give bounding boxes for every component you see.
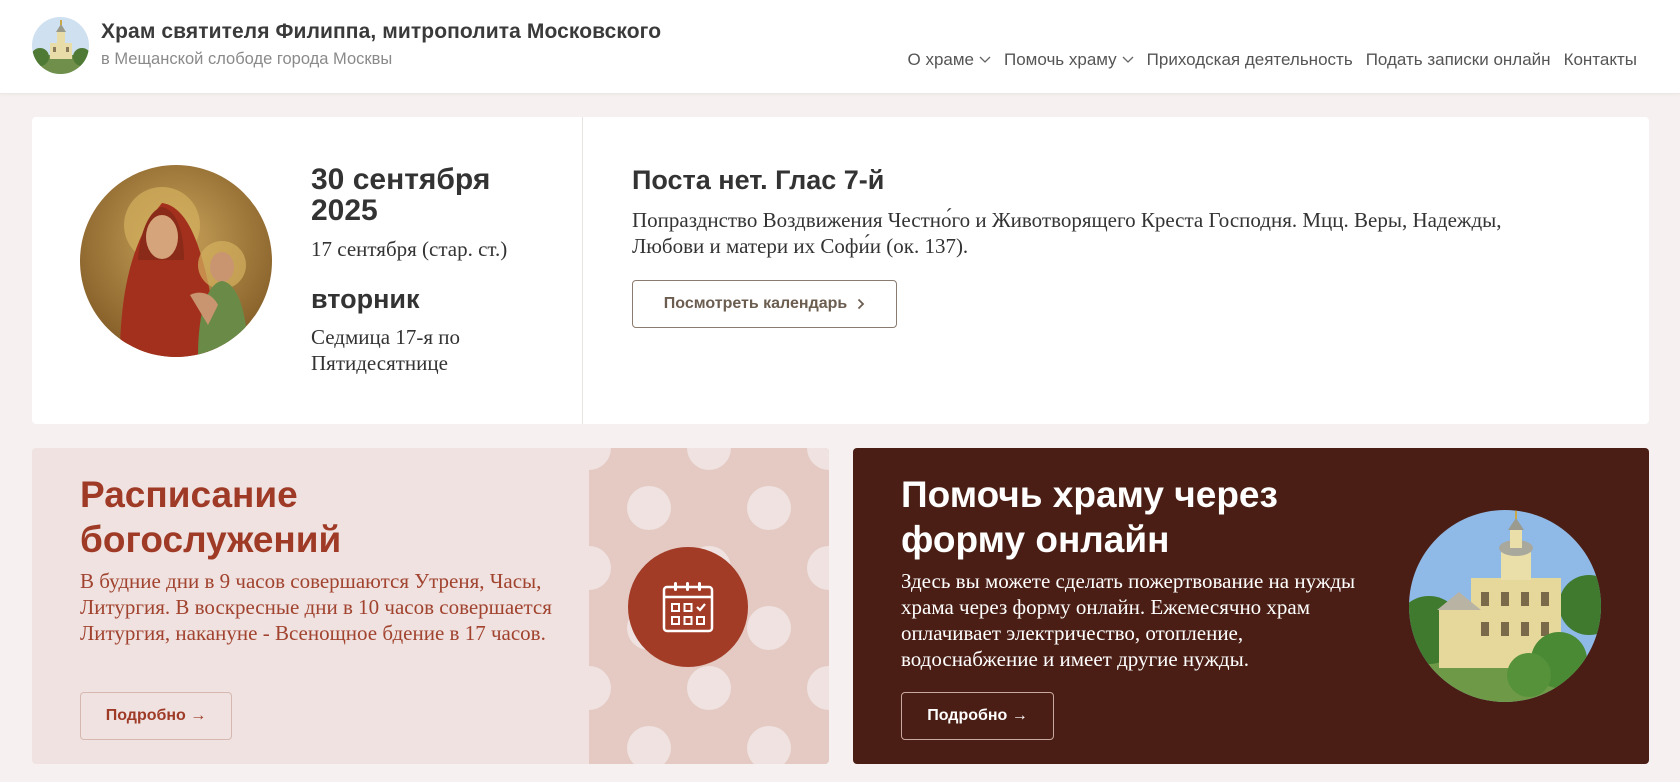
- weekday: вторник: [311, 284, 420, 314]
- divider: [582, 117, 583, 424]
- donate-details-button[interactable]: Подробно →: [901, 692, 1054, 740]
- feast-description: Попразднство Воздвижения Честно́го и Жив…: [632, 208, 1502, 258]
- schedule-title: Расписание богослужений: [80, 474, 342, 560]
- church-building-image: [1409, 510, 1601, 702]
- week-name: Седмица 17-я по Пятидесятнице: [311, 325, 460, 375]
- site-subtitle: в Мещанской слободе города Москвы: [101, 50, 393, 68]
- chevron-down-icon: [1122, 56, 1134, 63]
- schedule-text: В будние дни в 9 часов совершаются Утрен…: [80, 569, 552, 645]
- view-calendar-button[interactable]: Посмотреть календарь: [632, 280, 897, 328]
- nav-item-label: Подать записки онлайн: [1365, 50, 1551, 69]
- schedule-card: Расписание богослужений В будние дни в 9…: [32, 448, 829, 764]
- view-calendar-label: Посмотреть календарь: [663, 295, 848, 312]
- chevron-right-icon: [858, 298, 865, 310]
- site-title[interactable]: Храм святителя Филиппа, митрополита Моск…: [101, 20, 661, 44]
- old-style-date: 17 сентября (стар. ст.): [311, 237, 508, 261]
- nav-item-label: Помочь храму: [1004, 50, 1117, 69]
- nav-item-parish[interactable]: Приходская деятельность: [1147, 50, 1353, 70]
- nav-item-notes[interactable]: Подать записки онлайн: [1366, 50, 1551, 70]
- donate-text: Здесь вы можете сделать пожертвование на…: [901, 569, 1356, 671]
- fast-title: Поста нет. Глас 7-й: [632, 165, 885, 195]
- theotokos-icon-image: [80, 165, 272, 357]
- schedule-details-button[interactable]: Подробно →: [80, 692, 232, 740]
- donate-title: Помочь храму через форму онлайн: [901, 474, 1278, 560]
- chevron-down-icon: [979, 56, 991, 63]
- nav-item-help[interactable]: Помочь храму: [1004, 50, 1134, 70]
- current-date: 30 сентября 2025: [311, 163, 491, 227]
- nav-item-label: О храме: [907, 50, 975, 69]
- church-logo-icon[interactable]: [32, 17, 89, 74]
- nav-item-label: Контакты: [1563, 50, 1637, 69]
- nav-item-contacts[interactable]: Контакты: [1564, 50, 1637, 70]
- date-card: 30 сентября 2025 17 сентября (стар. ст.)…: [32, 117, 1649, 424]
- calendar-icon: [628, 547, 748, 667]
- main-nav: О храме Помочь храму Приходская деятельн…: [908, 50, 1638, 70]
- nav-item-about[interactable]: О храме: [908, 50, 992, 70]
- nav-item-label: Приходская деятельность: [1146, 50, 1353, 69]
- site-header: Храм святителя Филиппа, митрополита Моск…: [0, 0, 1680, 94]
- donate-card: Помочь храму через форму онлайн Здесь вы…: [853, 448, 1649, 764]
